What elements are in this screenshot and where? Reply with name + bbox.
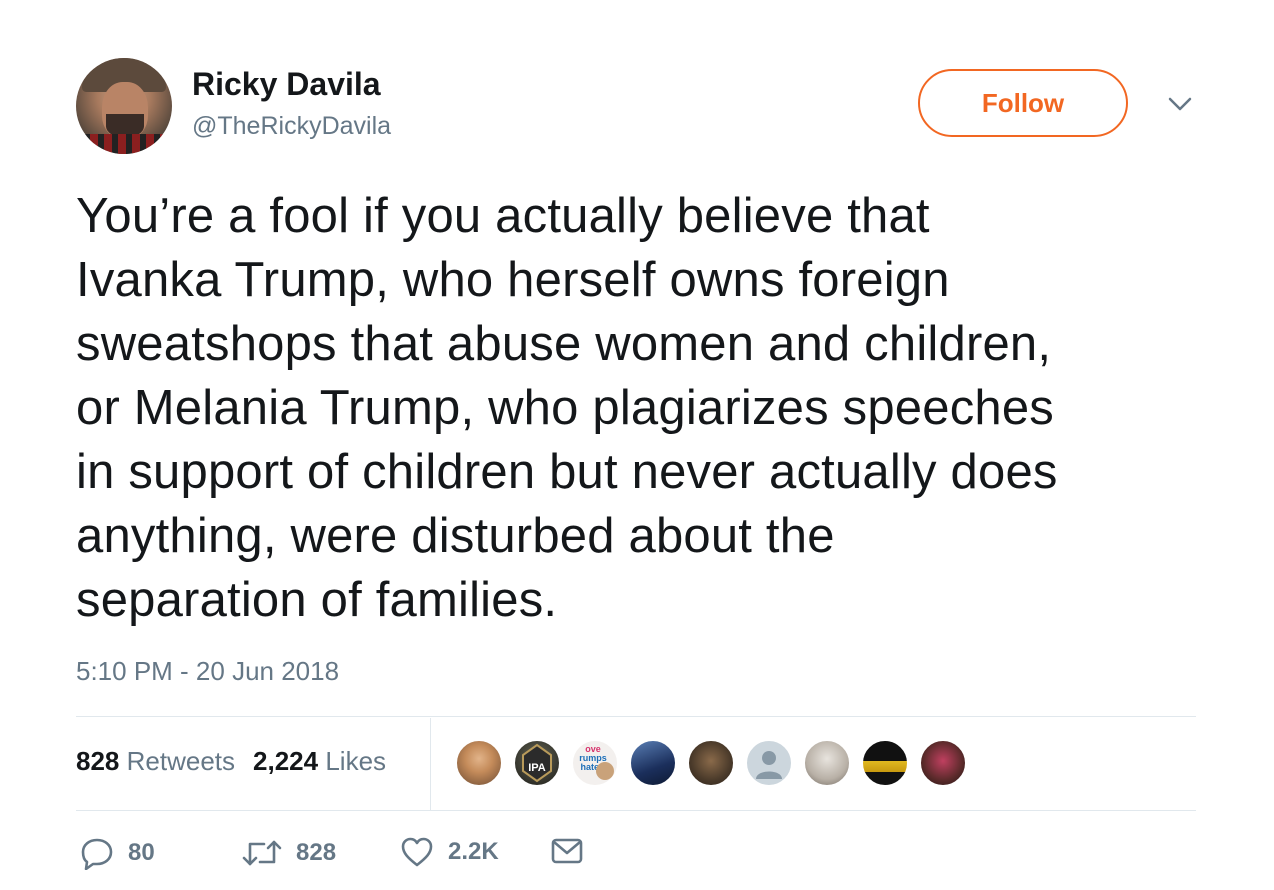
tweet-text: You’re a fool if you actually believe th… [76, 184, 1236, 632]
retweet-count: 828 [296, 839, 337, 866]
liker-avatar-text: IPA [528, 762, 546, 774]
chevron-down-icon[interactable] [1166, 94, 1194, 114]
tweet-line: Ivanka Trump, who herself owns foreign [76, 253, 950, 307]
liker-avatar[interactable] [803, 739, 851, 787]
liker-avatar[interactable]: IPA [513, 739, 561, 787]
tweet-line: separation of families. [76, 573, 558, 627]
retweets-count: 828 [76, 746, 120, 776]
liker-avatar[interactable] [919, 739, 967, 787]
tweet-line: You’re a fool if you actually believe th… [76, 189, 930, 243]
author-name[interactable]: Ricky Davila [192, 66, 381, 103]
divider [76, 716, 1196, 717]
liker-avatar[interactable]: ove rumps hate. [571, 739, 619, 787]
tweet-line: or Melania Trump, who plagiarizes speech… [76, 381, 1054, 435]
reply-button[interactable]: 80 [80, 836, 155, 870]
tweet-line: sweatshops that abuse women and children… [76, 317, 1052, 371]
message-icon [551, 838, 583, 864]
direct-message-button[interactable] [550, 836, 584, 866]
author-handle[interactable]: @TheRickyDavila [192, 112, 391, 141]
liker-avatar[interactable] [629, 739, 677, 787]
likes-count: 2,224 [253, 746, 319, 776]
likes-label: Likes [325, 746, 387, 776]
liker-avatar[interactable] [861, 739, 909, 787]
retweets-stat[interactable]: 828 Retweets [76, 746, 235, 776]
engagement-stats: 828 Retweets 2,224 Likes [76, 746, 386, 777]
liker-avatar[interactable] [455, 739, 503, 787]
retweets-label: Retweets [126, 746, 236, 776]
follow-button[interactable]: Follow [918, 69, 1128, 137]
divider [76, 810, 1196, 811]
tweet-line: anything, were disturbed about the [76, 509, 835, 563]
reply-icon [81, 838, 113, 870]
retweet-icon [242, 840, 282, 866]
liker-avatar[interactable] [745, 739, 793, 787]
liker-avatar[interactable] [687, 739, 735, 787]
reply-count: 80 [128, 839, 155, 866]
tweet-timestamp[interactable]: 5:10 PM - 20 Jun 2018 [76, 656, 339, 687]
like-icon [401, 837, 433, 867]
tweet-line: in support of children but never actuall… [76, 445, 1058, 499]
stats-divider [430, 718, 431, 810]
retweet-button[interactable]: 828 [242, 836, 336, 870]
like-count: 2.2K [448, 838, 499, 865]
likes-stat[interactable]: 2,224 Likes [253, 746, 386, 776]
avatar[interactable] [76, 58, 172, 154]
like-button[interactable]: 2.2K [400, 836, 499, 868]
